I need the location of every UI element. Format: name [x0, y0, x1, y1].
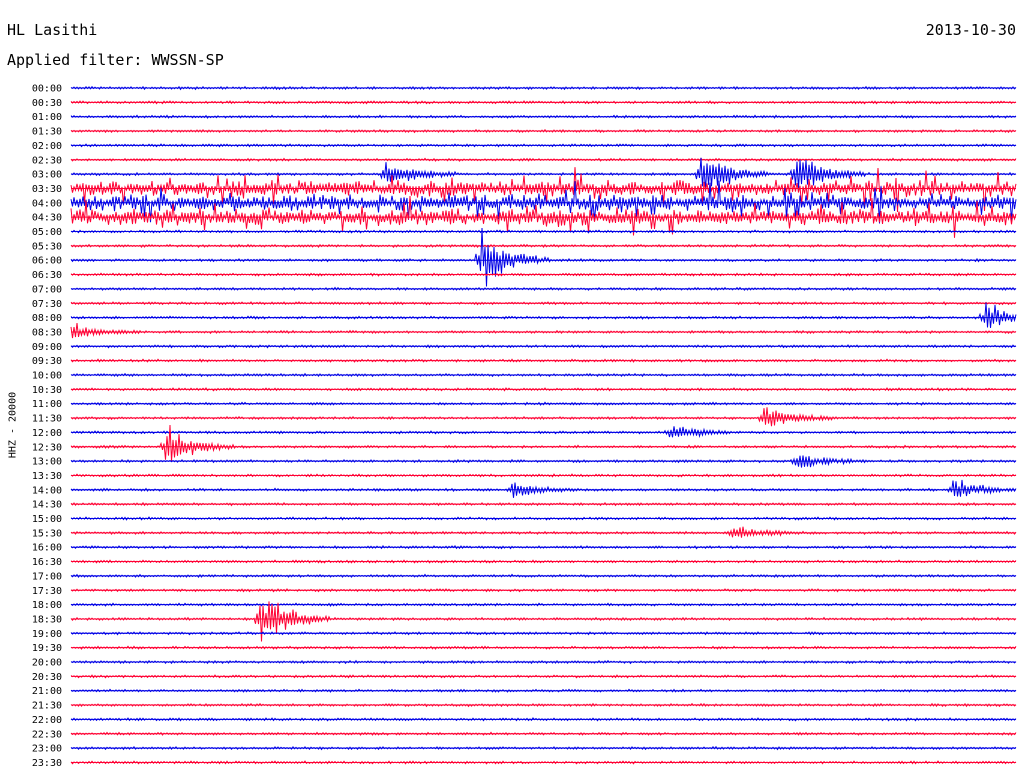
- time-tick-label: 00:30: [32, 98, 62, 109]
- trace-row: [70, 322, 1017, 339]
- trace-row: [70, 479, 1017, 498]
- time-tick-label: 12:00: [32, 428, 62, 439]
- time-tick-label: 21:30: [32, 701, 62, 712]
- trace-row: [70, 601, 1017, 642]
- time-tick-label: 09:00: [32, 342, 62, 353]
- time-tick-label: 02:00: [32, 141, 62, 152]
- time-tick-label: 17:30: [32, 586, 62, 597]
- time-tick-label: 04:30: [32, 213, 62, 224]
- trace-row: [70, 302, 1017, 328]
- time-tick-label: 11:00: [32, 399, 62, 410]
- time-tick-label: 18:30: [32, 614, 62, 625]
- time-tick-label: 15:30: [32, 528, 62, 539]
- time-tick-label: 17:00: [32, 571, 62, 582]
- time-tick-label: 07:00: [32, 284, 62, 295]
- time-tick-label: 23:00: [32, 744, 62, 755]
- time-tick-label: 00:00: [32, 84, 62, 95]
- time-tick-label: 11:30: [32, 414, 62, 425]
- time-tick-label: 13:00: [32, 457, 62, 468]
- time-tick-label: 19:30: [32, 643, 62, 654]
- time-tick-label: 03:00: [32, 170, 62, 181]
- time-tick-label: 16:30: [32, 557, 62, 568]
- time-tick-label: 06:30: [32, 270, 62, 281]
- time-tick-label: 10:30: [32, 385, 62, 396]
- time-tick-label: 22:30: [32, 729, 62, 740]
- time-tick-labels: 00:00 00:30 01:00 01:30 02:00 02:30 03:00 03:30…: [32, 84, 62, 769]
- time-tick-label: 23:30: [32, 758, 62, 769]
- time-tick-label: 08:00: [32, 313, 62, 324]
- trace-row: [70, 526, 1017, 538]
- time-tick-label: 05:00: [32, 227, 62, 238]
- trace-row: [70, 157, 1017, 192]
- time-tick-label: 07:30: [32, 299, 62, 310]
- time-tick-label: 01:00: [32, 112, 62, 123]
- time-tick-label: 08:30: [32, 327, 62, 338]
- time-tick-label: 16:00: [32, 543, 62, 554]
- seismic-traces: [70, 85, 1017, 765]
- time-tick-label: 21:00: [32, 686, 62, 697]
- time-tick-label: 20:30: [32, 672, 62, 683]
- time-tick-label: 14:30: [32, 500, 62, 511]
- time-tick-label: 04:00: [32, 198, 62, 209]
- trace-row: [70, 426, 1017, 439]
- trace-row: [70, 227, 1017, 287]
- time-tick-label: 13:30: [32, 471, 62, 482]
- trace-row: [70, 424, 1017, 462]
- time-tick-label: 10:00: [32, 371, 62, 382]
- time-tick-label: 03:30: [32, 184, 62, 195]
- time-tick-label: 14:00: [32, 485, 62, 496]
- trace-row: [70, 407, 1017, 427]
- time-tick-label: 02:30: [32, 155, 62, 166]
- seismogram-plot: 00:00 00:30 01:00 01:30 02:00 02:30 03:00 03:30…: [32, 84, 1017, 769]
- time-tick-label: 19:00: [32, 629, 62, 640]
- time-tick-label: 09:30: [32, 356, 62, 367]
- time-tick-label: 22:00: [32, 715, 62, 726]
- time-tick-label: 05:30: [32, 241, 62, 252]
- time-tick-label: 06:00: [32, 256, 62, 267]
- time-tick-label: 01:30: [32, 127, 62, 138]
- time-tick-label: 12:30: [32, 442, 62, 453]
- time-tick-label: 18:00: [32, 600, 62, 611]
- time-tick-label: 20:00: [32, 658, 62, 669]
- time-tick-label: 15:00: [32, 514, 62, 525]
